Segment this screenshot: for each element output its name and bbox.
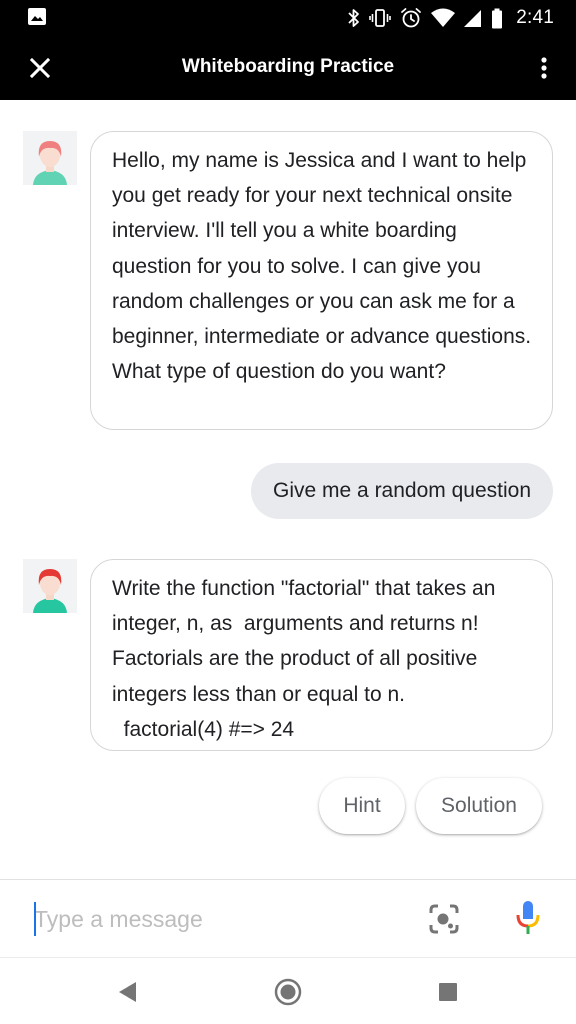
user-message: Give me a random question xyxy=(251,463,553,519)
bot-message: Write the function "factorial" that take… xyxy=(90,559,553,751)
bot-avatar xyxy=(23,559,77,613)
message-input[interactable] xyxy=(34,898,394,940)
bluetooth-icon xyxy=(348,9,360,27)
status-time: 2:41 xyxy=(516,7,554,28)
wifi-icon xyxy=(431,8,456,27)
alarm-icon xyxy=(401,8,422,28)
more-options-button[interactable] xyxy=(530,50,558,86)
mic-icon xyxy=(516,901,540,934)
more-vert-icon xyxy=(541,57,547,79)
status-bar: 2:41 xyxy=(0,0,576,36)
lens-button[interactable] xyxy=(428,903,460,935)
cell-signal-icon xyxy=(464,10,482,27)
mic-button[interactable] xyxy=(514,899,542,939)
system-nav-bar xyxy=(0,957,576,1024)
back-icon[interactable] xyxy=(117,980,139,1004)
bot-message: Hello, my name is Jessica and I want to … xyxy=(90,131,553,430)
battery-icon xyxy=(492,8,503,28)
status-icons: 2:41 xyxy=(348,0,554,36)
image-icon xyxy=(28,8,46,25)
vibrate-icon xyxy=(369,9,392,27)
suggestion-chip-solution[interactable]: Solution xyxy=(416,778,542,834)
bot-avatar xyxy=(23,131,77,185)
suggestion-chip-hint[interactable]: Hint xyxy=(319,778,405,834)
text-caret xyxy=(34,902,36,936)
home-icon[interactable] xyxy=(274,978,302,1006)
lens-icon xyxy=(429,904,459,934)
app-title: Whiteboarding Practice xyxy=(181,56,395,77)
recents-icon[interactable] xyxy=(438,982,458,1002)
avatar-icon xyxy=(23,559,77,613)
composer-bar xyxy=(0,879,576,957)
app-bar: Whiteboarding Practice xyxy=(0,36,576,100)
avatar-icon xyxy=(23,131,77,185)
